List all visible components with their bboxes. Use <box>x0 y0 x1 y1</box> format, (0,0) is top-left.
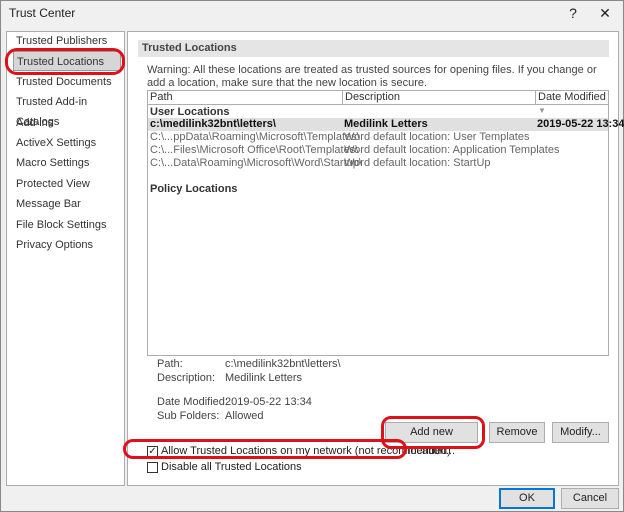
ok-button[interactable]: OK <box>499 488 555 509</box>
cell-path: C:\...ppData\Roaming\Microsoft\Templates… <box>150 131 360 143</box>
cell-path: C:\...Data\Roaming\Microsoft\Word\Startu… <box>150 157 362 169</box>
warning-text: Warning: All these locations are treated… <box>147 64 597 89</box>
path-value: c:\medilink32bnt\letters\ <box>225 358 341 370</box>
description-value: Medilink Letters <box>225 372 303 384</box>
column-date-label: Date Modified <box>538 91 606 103</box>
disable-all-label[interactable]: Disable all Trusted Locations <box>161 461 302 473</box>
date-modified-value: 2019-05-22 13:34 <box>225 396 312 408</box>
cell-description: Word default location: User Templates <box>344 131 530 143</box>
table-row[interactable]: C:\...Data\Roaming\Microsoft\Word\Startu… <box>148 157 608 170</box>
sub-folders-value: Allowed <box>225 410 264 422</box>
window-title: Trust Center <box>9 6 76 20</box>
table-row[interactable]: c:\medilink32bnt\letters\ Medilink Letter… <box>148 118 624 131</box>
annotation-circle-network <box>123 439 407 459</box>
sidebar-item[interactable]: Privacy Options <box>13 235 121 255</box>
sidebar-item[interactable]: Add-ins <box>13 113 121 133</box>
modify-button[interactable]: Modify... <box>552 422 609 443</box>
cell-description: Word default location: Application Templ… <box>344 144 560 156</box>
help-button[interactable]: ? <box>559 3 587 23</box>
cell-path: c:\medilink32bnt\letters\ <box>150 118 276 130</box>
column-description[interactable]: Description <box>343 91 536 105</box>
table-row[interactable]: C:\...ppData\Roaming\Microsoft\Templates… <box>148 131 608 144</box>
trust-center-dialog: Trust Center ? ✕ Trusted Publishers Trust… <box>0 0 624 512</box>
sidebar-item[interactable]: File Block Settings <box>13 215 121 235</box>
column-date-modified[interactable]: Date Modified ▼ <box>536 91 608 115</box>
column-path[interactable]: Path <box>148 91 343 105</box>
sidebar-item[interactable]: Message Bar <box>13 194 121 214</box>
path-label: Path: <box>157 358 183 370</box>
policy-locations-group: Policy Locations <box>150 183 238 195</box>
sidebar-item[interactable]: Protected View <box>13 174 121 194</box>
sidebar-item[interactable]: ActiveX Settings <box>13 133 121 153</box>
sort-arrow-icon: ▼ <box>538 106 546 115</box>
table-row[interactable]: C:\...Files\Microsoft Office\Root\Templa… <box>148 144 608 157</box>
user-locations-group: User Locations <box>150 106 230 118</box>
locations-table: Path Description Date Modified ▼ User Lo… <box>147 90 624 356</box>
cell-date: 2019-05-22 13:34 <box>537 118 624 130</box>
cell-description: Word default location: StartUp <box>344 157 491 169</box>
sub-folders-label: Sub Folders: <box>157 410 220 422</box>
sidebar-item[interactable]: Trusted Add-in Catalogs <box>13 92 121 128</box>
annotation-circle-nav <box>5 48 125 75</box>
sidebar-item[interactable]: Macro Settings <box>13 153 121 173</box>
cell-path: C:\...Files\Microsoft Office\Root\Templa… <box>150 144 359 156</box>
close-button[interactable]: ✕ <box>591 3 619 23</box>
cell-description: Medilink Letters <box>344 118 428 130</box>
remove-button[interactable]: Remove <box>489 422 545 443</box>
cancel-button[interactable]: Cancel <box>561 488 619 509</box>
section-header: Trusted Locations <box>138 40 609 57</box>
date-modified-label: Date Modified: <box>157 396 228 408</box>
disable-all-checkbox[interactable] <box>147 462 158 473</box>
description-label: Description: <box>157 372 216 384</box>
